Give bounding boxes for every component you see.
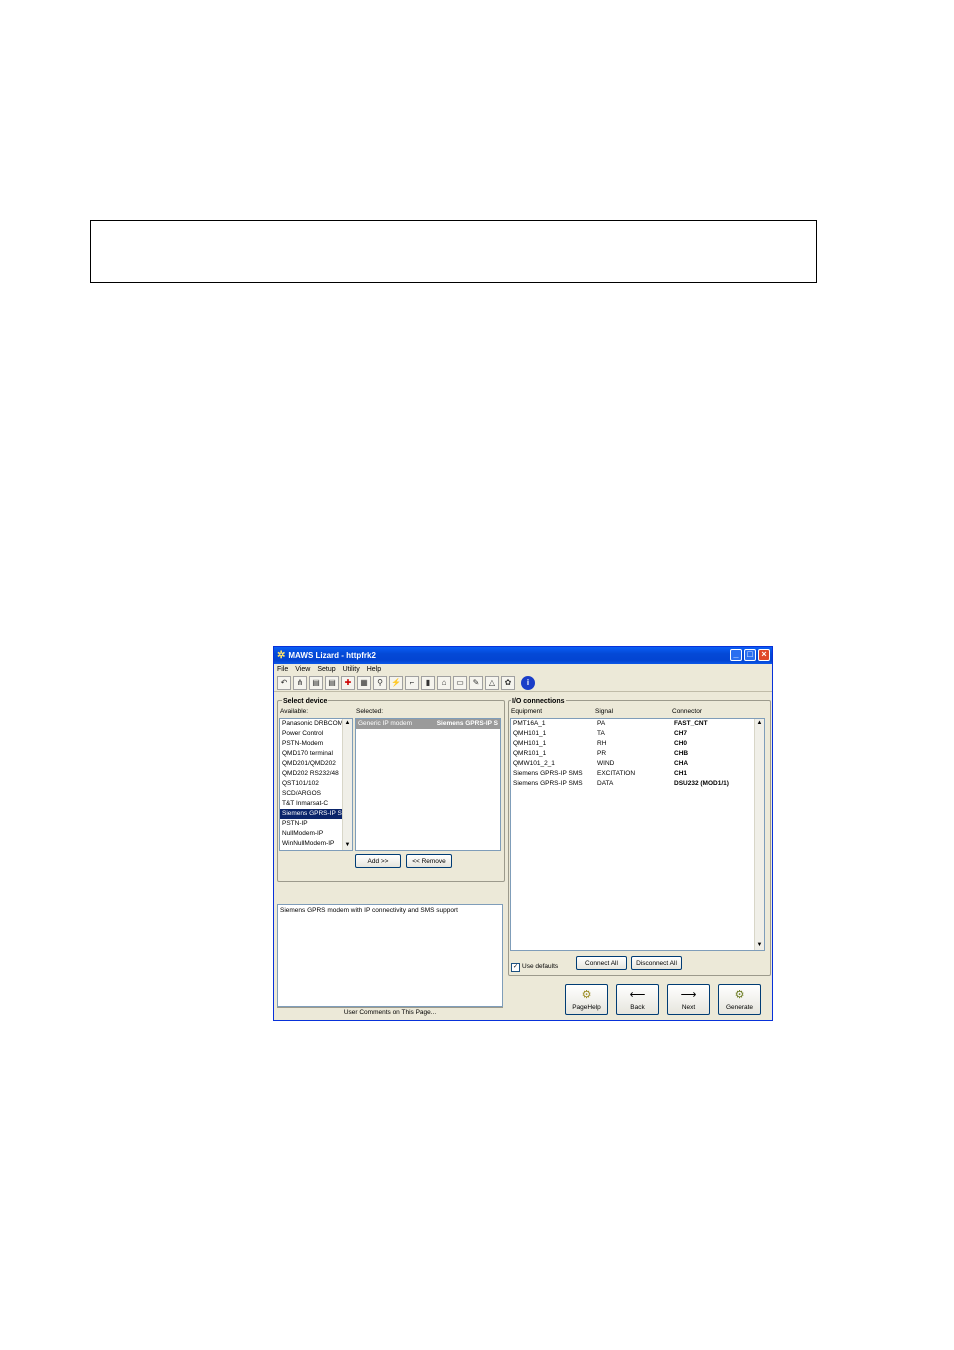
battery-icon[interactable]: ▮ [421, 675, 435, 690]
title-bar: ✲ MAWS Lizard - httpfrk2 _ □ × [274, 647, 772, 664]
tree-icon[interactable]: ⌂ [437, 675, 451, 690]
sensor-icon[interactable]: ⚲ [373, 675, 387, 690]
gear-icon[interactable]: ✿ [501, 675, 515, 690]
io-scrollbar[interactable]: ▲ ▼ [754, 719, 764, 950]
io-connection-row[interactable]: QMR101_1 PR CHB [511, 749, 764, 759]
signal-header: Signal [595, 708, 614, 715]
io-connection-row[interactable]: QMW101_2_1 WIND CHA [511, 759, 764, 769]
io-signal-cell: PR [597, 750, 607, 757]
select-device-title: Select device [282, 698, 329, 705]
pagehelp-button[interactable]: ⚙ PageHelp [565, 984, 608, 1015]
network-icon[interactable]: ⋔ [293, 675, 307, 690]
io-equipment-cell: QMH101_1 [513, 740, 547, 747]
connector-header: Connector [672, 708, 702, 715]
next-button[interactable]: ⟶ Next [667, 984, 710, 1015]
io-equipment-cell: QMR101_1 [513, 750, 547, 757]
available-scrollbar[interactable]: ▲ ▼ [342, 719, 352, 850]
io-signal-cell: RH [597, 740, 607, 747]
info-icon[interactable]: i [521, 675, 535, 690]
selected-device-name: Generic IP modem [358, 720, 413, 727]
arrow-right-icon: ⟶ [680, 989, 697, 1001]
selected-label: Selected: [356, 708, 384, 715]
generate-label: Generate [725, 1004, 754, 1011]
io-connection-row[interactable]: QMH101_1 TA CH7 [511, 729, 764, 739]
help-gears-icon: ⚙ [581, 989, 592, 1001]
maximize-button[interactable]: □ [744, 649, 756, 661]
pagehelp-label: PageHelp [572, 1004, 601, 1011]
menu-help[interactable]: Help [367, 666, 381, 673]
use-defaults-checkbox[interactable]: ✓ [511, 963, 520, 972]
io-connector-cell: CH7 [674, 730, 688, 737]
pen-icon[interactable]: ✎ [469, 675, 483, 690]
io-equipment-cell: Siemens GPRS-IP SMS [513, 770, 583, 777]
available-label: Available: [280, 708, 309, 715]
arrow-left-icon: ⟵ [629, 989, 646, 1001]
undo-icon[interactable]: ↶ [277, 675, 291, 690]
lizard-app-icon: ✲ [277, 650, 286, 661]
disconnect-all-button[interactable]: Disconnect All [631, 956, 682, 970]
io-connection-row[interactable]: Siemens GPRS-IP SMS EXCITATION CH1 [511, 769, 764, 779]
window-title: MAWS Lizard - httpfrk2 [288, 651, 376, 660]
io-equipment-cell: QMW101_2_1 [513, 760, 555, 767]
scroll-up-icon[interactable]: ▲ [755, 719, 764, 728]
back-button[interactable]: ⟵ Back [616, 984, 659, 1015]
scroll-down-icon[interactable]: ▼ [343, 841, 352, 850]
io-signal-cell: EXCITATION [597, 770, 636, 777]
available-list[interactable]: Panasonic DRBCOM Power Control PSTN-Modem Q… [279, 718, 353, 851]
hardware-icon[interactable]: ▦ [357, 675, 371, 690]
io-signal-cell: DATA [597, 780, 614, 787]
maws-lizard-window: ✲ MAWS Lizard - httpfrk2 _ □ × File View… [273, 646, 773, 1021]
selected-device-value: Siemens GPRS-IP S [436, 720, 498, 727]
io-connector-cell: CH1 [674, 770, 688, 777]
io-connector-cell: DSU232 (MOD1/1) [674, 780, 729, 787]
menu-view[interactable]: View [295, 666, 310, 673]
user-comments-button[interactable]: User Comments on This Page... [277, 1007, 503, 1018]
io-connector-cell: CH0 [674, 740, 688, 747]
description-text: Siemens GPRS modem with IP connectivity … [280, 907, 458, 914]
menu-setup[interactable]: Setup [317, 666, 335, 673]
add-button[interactable]: Add >> [355, 854, 401, 868]
remove-button[interactable]: << Remove [406, 854, 452, 868]
connect-all-button[interactable]: Connect All [576, 956, 627, 970]
io-connector-cell: FAST_CNT [674, 720, 708, 727]
io-connector-cell: CHA [674, 760, 689, 767]
generate-gears-icon: ⚙ [734, 989, 745, 1001]
io-list[interactable]: PMT16A_1 PA FAST_CNT QMH101_1 TA CH7 QMH101_1 R… [510, 718, 765, 951]
minimize-button[interactable]: _ [730, 649, 742, 661]
io-equipment-cell: PMT16A_1 [513, 720, 546, 727]
run-icon[interactable]: ⚡ [389, 675, 403, 690]
use-defaults-label: Use defaults [522, 963, 559, 970]
scroll-up-icon[interactable]: ▲ [343, 719, 352, 728]
io-signal-cell: WIND [597, 760, 615, 767]
io-signal-cell: PA [597, 720, 606, 727]
close-button[interactable]: × [758, 649, 770, 661]
io-equipment-cell: QMH101_1 [513, 730, 547, 737]
menu-file[interactable]: File [277, 666, 288, 673]
io-equipment-cell: Siemens GPRS-IP SMS [513, 780, 583, 787]
next-label: Next [681, 1004, 696, 1011]
page-icon[interactable]: ▭ [453, 675, 467, 690]
io-connector-cell: CHB [674, 750, 689, 757]
io-connection-row[interactable]: Siemens GPRS-IP SMS DATA DSU232 (MOD1/1) [511, 779, 764, 789]
menu-bar: File View Setup Utility Help [274, 664, 772, 674]
selected-device-row[interactable]: Generic IP modem Siemens GPRS-IP S [356, 719, 500, 729]
io-connection-row[interactable]: QMH101_1 RH CH0 [511, 739, 764, 749]
description-box: Siemens GPRS modem with IP connectivity … [277, 904, 503, 1007]
scroll-down-icon[interactable]: ▼ [755, 941, 764, 950]
chart-icon[interactable]: ⌐ [405, 675, 419, 690]
flag-icon[interactable]: ✚ [341, 675, 355, 690]
bell-icon[interactable]: △ [485, 675, 499, 690]
io-connections-title: I/O connections [511, 698, 566, 705]
back-label: Back [630, 1004, 645, 1011]
toolbar: ↶ ⋔ ▤ ▤ ✚ ▦ ⚲ ⚡ ⌐ ▮ ⌂ ▭ ✎ △ ✿ i [274, 674, 772, 692]
generate-button[interactable]: ⚙ Generate [718, 984, 761, 1015]
note-box [90, 220, 817, 283]
equipment-header: Equipment [511, 708, 543, 715]
dev-icon[interactable]: ▤ [325, 675, 339, 690]
selected-list[interactable]: Generic IP modem Siemens GPRS-IP S [355, 718, 501, 851]
io-connection-row[interactable]: PMT16A_1 PA FAST_CNT [511, 719, 764, 729]
io-signal-cell: TA [597, 730, 605, 737]
dev-icon[interactable]: ▤ [309, 675, 323, 690]
menu-utility[interactable]: Utility [343, 666, 360, 673]
